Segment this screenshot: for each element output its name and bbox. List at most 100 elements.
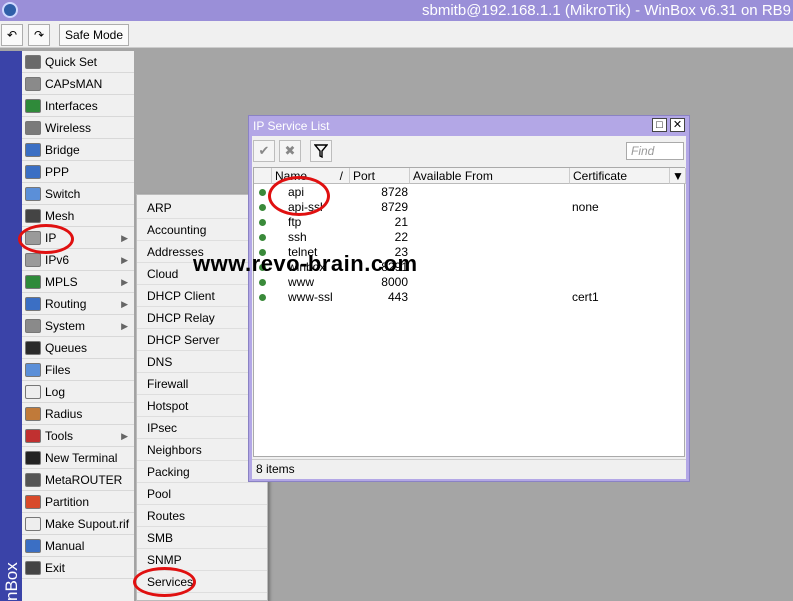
find-input[interactable]: Find xyxy=(626,142,684,160)
queues-icon xyxy=(25,341,41,355)
sidebar-item-tools[interactable]: Tools ▶ xyxy=(22,425,134,447)
sort-indicator: / xyxy=(339,169,343,183)
submenu-arrow-icon: ▶ xyxy=(121,431,128,441)
sidebar-item-ppp[interactable]: PPP xyxy=(22,161,134,183)
sidebar-item-interfaces[interactable]: Interfaces xyxy=(22,95,134,117)
column-header-port[interactable]: Port xyxy=(350,168,410,184)
main-menu: Quick Set CAPsMAN Interfaces Wireless Bridge… xyxy=(22,51,134,601)
sidebar-item-label: Log xyxy=(45,385,66,399)
cell-name: www-ssl xyxy=(288,290,333,304)
submenu-arrow-icon: ▶ xyxy=(121,299,128,309)
metarouter-icon xyxy=(25,473,41,487)
sidebar-item-label: Files xyxy=(45,363,71,377)
sidebar-item-label: Partition xyxy=(45,495,90,509)
sidebar-item-wireless[interactable]: Wireless xyxy=(22,117,134,139)
enable-button[interactable]: ✔ xyxy=(253,140,275,162)
table-row[interactable]: www-ssl 443 cert1 xyxy=(254,290,684,305)
table-row[interactable]: www 8000 xyxy=(254,275,684,290)
log-icon xyxy=(25,385,41,399)
table-row[interactable]: ssh 22 xyxy=(254,230,684,245)
highlight-ring-api xyxy=(268,176,330,216)
sidebar-item-log[interactable]: Log xyxy=(22,381,134,403)
terminal-icon xyxy=(25,451,41,465)
column-header-available-from[interactable]: Available From xyxy=(410,168,570,184)
routing-icon xyxy=(25,297,41,311)
switch-icon xyxy=(25,187,41,201)
window-title: IP Service List xyxy=(253,119,330,133)
bridge-icon xyxy=(25,143,41,157)
sidebar-item-label: Interfaces xyxy=(45,99,98,113)
enabled-status-icon xyxy=(259,204,266,211)
submenu-item-routes[interactable]: Routes xyxy=(137,505,267,527)
status-bar: 8 items xyxy=(252,459,686,477)
redo-button[interactable]: ↷ xyxy=(28,24,50,46)
sidebar-item-manual[interactable]: Manual xyxy=(22,535,134,557)
sidebar-item-label: Switch xyxy=(45,187,81,201)
sidebar-item-label: Manual xyxy=(45,539,85,553)
sidebar-item-files[interactable]: Files xyxy=(22,359,134,381)
sidebar-item-label: MetaROUTER xyxy=(45,473,123,487)
cell-port: 8729 xyxy=(381,200,408,214)
sidebar-brand-strip: nBox xyxy=(0,51,22,601)
cell-port: 21 xyxy=(394,215,408,229)
sidebar-item-bridge[interactable]: Bridge xyxy=(22,139,134,161)
cell-name: ftp xyxy=(288,215,302,229)
sidebar-item-label: Radius xyxy=(45,407,83,421)
enabled-status-icon xyxy=(259,219,266,226)
highlight-ring-services xyxy=(133,567,196,597)
close-button[interactable]: ✕ xyxy=(670,118,685,132)
sidebar-item-label: MPLS xyxy=(45,275,78,289)
undo-button[interactable]: ↶ xyxy=(1,24,23,46)
submenu-item-smb[interactable]: SMB xyxy=(137,527,267,549)
safe-mode-button[interactable]: Safe Mode xyxy=(59,24,129,46)
sidebar-item-radius[interactable]: Radius xyxy=(22,403,134,425)
cell-port: 443 xyxy=(387,290,408,304)
sidebar-item-quick-set[interactable]: Quick Set xyxy=(22,51,134,73)
filter-button[interactable] xyxy=(310,140,332,162)
submenu-item-pool[interactable]: Pool xyxy=(137,483,267,505)
ipv6-icon xyxy=(25,253,41,267)
maximize-button[interactable]: □ xyxy=(652,118,667,132)
sidebar-item-system[interactable]: System ▶ xyxy=(22,315,134,337)
submenu-arrow-icon: ▶ xyxy=(121,233,128,243)
check-icon: ✔ xyxy=(258,143,270,158)
columns-dropdown[interactable]: ▼ xyxy=(670,168,686,184)
title-bar: sbmitb@192.168.1.1 (MikroTik) - WinBox v… xyxy=(0,0,793,21)
enabled-status-icon xyxy=(259,189,266,196)
sidebar-item-routing[interactable]: Routing ▶ xyxy=(22,293,134,315)
cell-name: www xyxy=(288,275,314,289)
sidebar-item-partition[interactable]: Partition xyxy=(22,491,134,513)
filter-icon xyxy=(313,144,329,159)
toolbar: ↶ ↷ Safe Mode xyxy=(0,21,793,48)
sidebar-item-exit[interactable]: Exit xyxy=(22,557,134,579)
table-row[interactable]: ftp 21 xyxy=(254,215,684,230)
system-icon xyxy=(25,319,41,333)
mpls-icon xyxy=(25,275,41,289)
sidebar-item-label: Quick Set xyxy=(45,55,98,69)
sidebar-item-queues[interactable]: Queues xyxy=(22,337,134,359)
cell-name: ssh xyxy=(288,230,307,244)
sidebar-item-new-terminal[interactable]: New Terminal xyxy=(22,447,134,469)
sidebar-item-mpls[interactable]: MPLS ▶ xyxy=(22,271,134,293)
sidebar-item-make-supout-rif[interactable]: Make Supout.rif xyxy=(22,513,134,535)
cell-port: 22 xyxy=(394,230,408,244)
sidebar-item-switch[interactable]: Switch xyxy=(22,183,134,205)
cell-port: 8728 xyxy=(381,185,408,199)
wireless-icon xyxy=(25,121,41,135)
exit-icon xyxy=(25,561,41,575)
sidebar-item-metarouter[interactable]: MetaROUTER xyxy=(22,469,134,491)
disable-button[interactable]: ✖ xyxy=(279,140,301,162)
sidebar-item-label: Exit xyxy=(45,561,66,575)
sidebar-item-label: Routing xyxy=(45,297,87,311)
supout-icon xyxy=(25,517,41,531)
submenu-arrow-icon: ▶ xyxy=(121,277,128,287)
sidebar-item-label: Wireless xyxy=(45,121,92,135)
quick-set-icon xyxy=(25,55,41,69)
radius-icon xyxy=(25,407,41,421)
column-header-certificate[interactable]: Certificate xyxy=(570,168,670,184)
watermark: www.revo-brain.com xyxy=(193,251,418,276)
sidebar-item-capsman[interactable]: CAPsMAN xyxy=(22,73,134,95)
sidebar-item-label: Make Supout.rif xyxy=(45,517,130,531)
enabled-status-icon xyxy=(259,234,266,241)
x-icon: ✖ xyxy=(284,143,296,158)
